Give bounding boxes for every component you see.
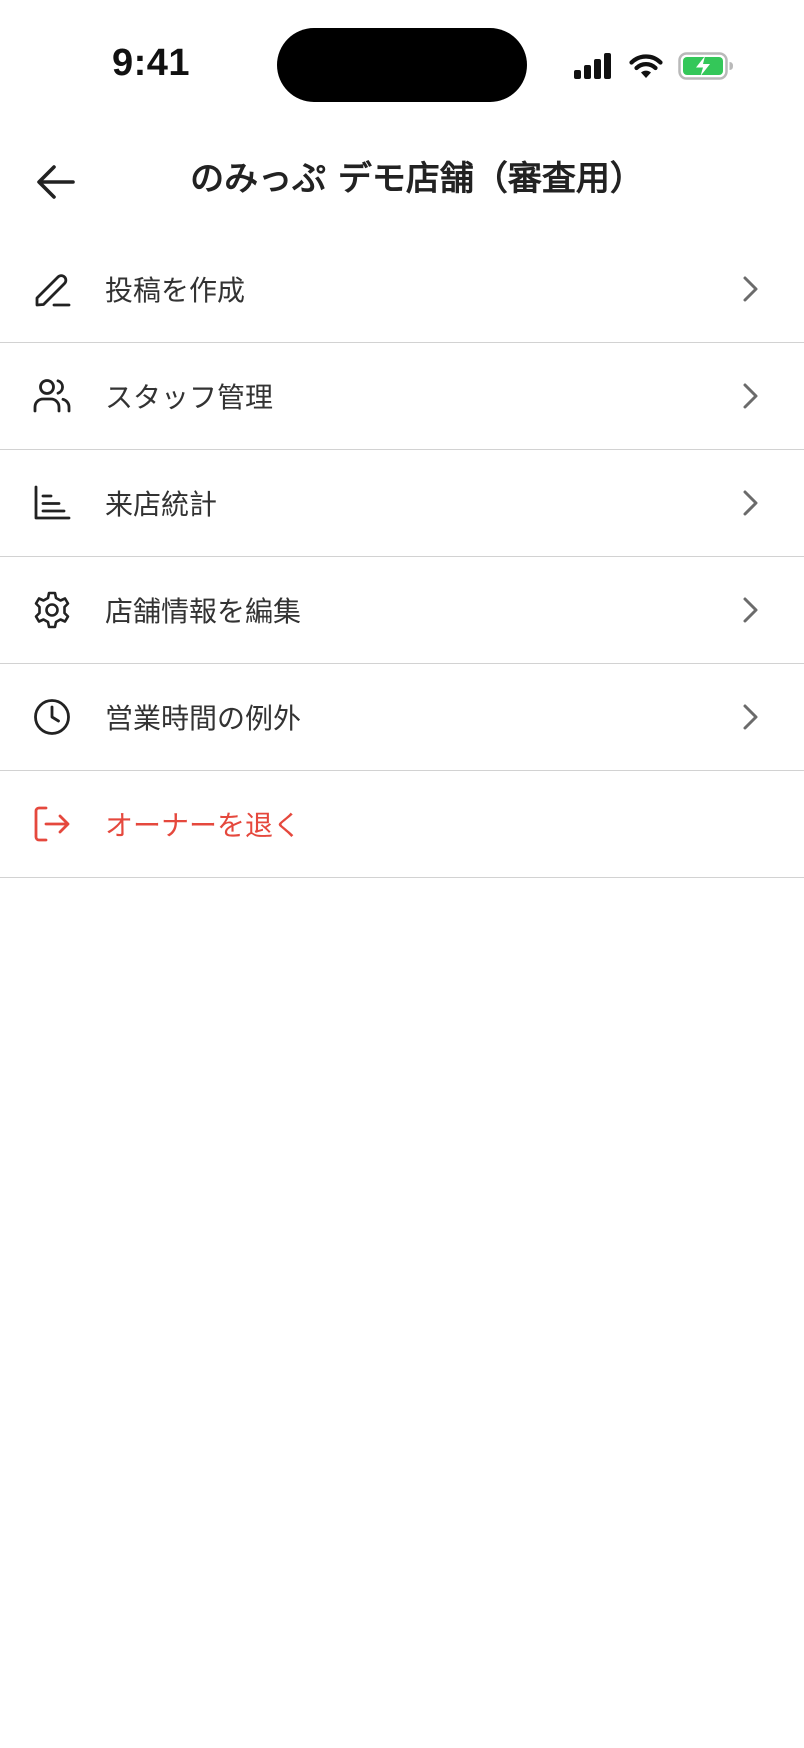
status-bar: 9:41 — [0, 0, 804, 120]
arrow-left-icon — [37, 165, 75, 199]
pencil-icon — [30, 267, 74, 311]
gear-icon — [30, 588, 74, 632]
chevron-right-icon — [738, 274, 764, 304]
business-hours-exception-item[interactable]: 営業時間の例外 — [0, 664, 804, 771]
back-button[interactable] — [30, 156, 82, 208]
chevron-right-icon — [738, 488, 764, 518]
owner-menu-list: 投稿を作成 スタッフ管理 来店統計 店舗情報を編集 営業時間の例外 オーナーを退… — [0, 236, 804, 878]
cellular-signal-icon — [574, 53, 611, 79]
dynamic-island — [277, 28, 527, 102]
navigation-header: のみっぷ デモ店舗（審査用） — [0, 140, 804, 220]
battery-charging-icon — [678, 52, 733, 80]
menu-item-label: オーナーを退く — [105, 809, 302, 842]
status-icons — [574, 48, 734, 84]
menu-item-label: スタッフ管理 — [105, 381, 274, 414]
create-post-item[interactable]: 投稿を作成 — [0, 236, 804, 343]
menu-item-label: 来店統計 — [105, 488, 218, 521]
page-title: のみっぷ デモ店舗（審査用） — [190, 159, 644, 199]
resign-owner-item[interactable]: オーナーを退く — [0, 771, 804, 878]
chart-icon — [30, 481, 74, 525]
chevron-right-icon — [738, 381, 764, 411]
chevron-right-icon — [738, 702, 764, 732]
logout-icon — [30, 802, 74, 846]
menu-item-label: 店舗情報を編集 — [105, 595, 302, 628]
staff-management-item[interactable]: スタッフ管理 — [0, 343, 804, 450]
status-time: 9:41 — [112, 42, 191, 84]
chevron-right-icon — [738, 595, 764, 625]
wifi-icon — [629, 54, 663, 78]
users-icon — [30, 374, 74, 418]
edit-store-info-item[interactable]: 店舗情報を編集 — [0, 557, 804, 664]
app-screen: 9:41 のみっぷ デモ店舗（審査用） 投稿を作成 スタッフ管理 来店統計 店舗… — [0, 0, 804, 1748]
visit-statistics-item[interactable]: 来店統計 — [0, 450, 804, 557]
menu-item-label: 投稿を作成 — [105, 274, 246, 307]
menu-item-label: 営業時間の例外 — [105, 702, 302, 735]
clock-icon — [30, 695, 74, 739]
